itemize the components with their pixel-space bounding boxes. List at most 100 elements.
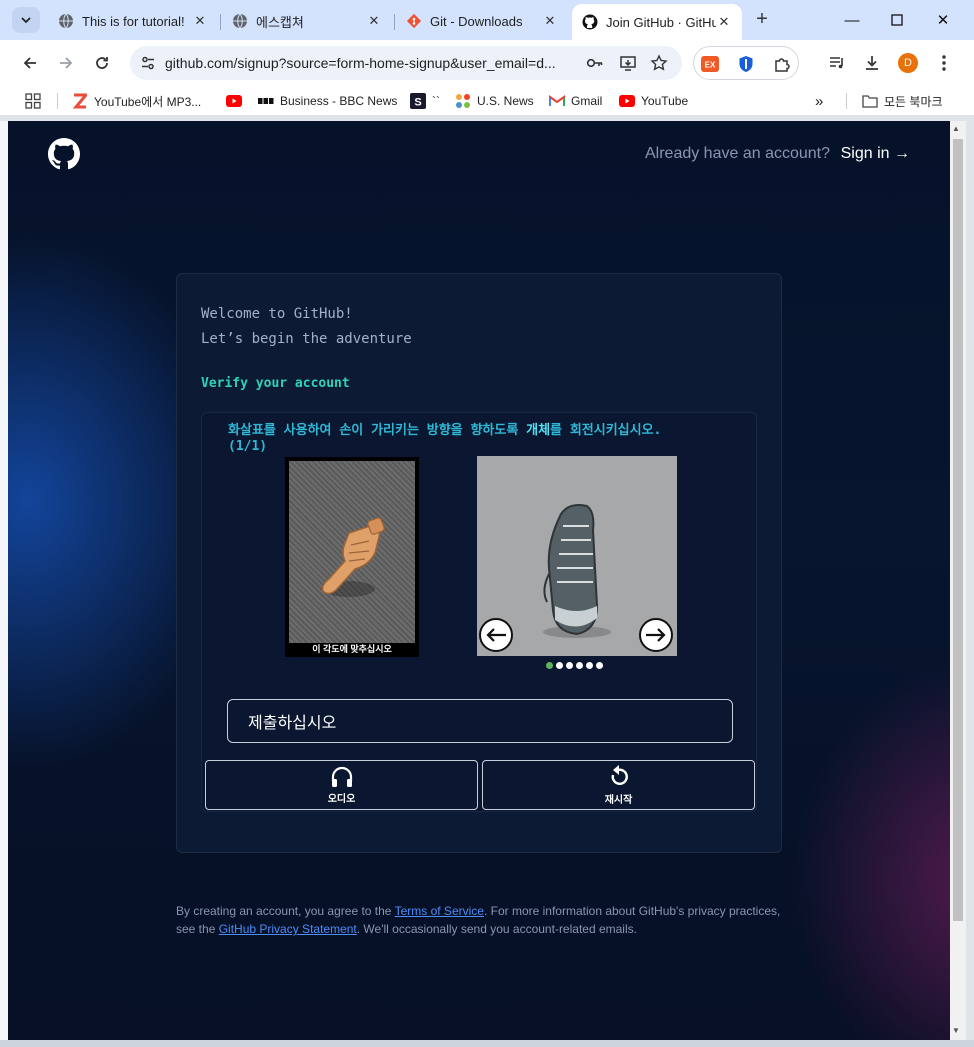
bookmark-label: `` [432,94,440,108]
github-icon [582,14,598,30]
tab-divider [394,14,395,30]
instruction-counter: (1/1) [228,439,268,454]
reference-hand-image: 이 각도에 맞추십시오 [285,457,419,657]
bookmark-star-icon[interactable] [650,54,668,72]
github-signup-page: Already have an account? Sign in → Welco… [8,121,950,1040]
svg-text:EX: EX [705,61,716,70]
s-icon: S [410,93,426,109]
scroll-down-arrow-icon[interactable]: ▼ [952,1026,960,1035]
progress-dot [576,662,583,669]
all-bookmarks-folder[interactable]: 모든 북마크 [862,91,943,111]
bookmark-label: 모든 북마크 [884,94,943,109]
minimize-icon[interactable]: — [840,8,864,32]
bookmark-label: Business - BBC News [280,94,398,108]
forward-arrow-icon[interactable] [54,51,78,75]
instruction-highlight: 개체 [526,423,551,438]
audio-label: 오디오 [327,793,356,805]
pointing-hand-icon [321,517,385,597]
chevron-down-icon [21,17,31,24]
profile-avatar[interactable]: D [898,53,918,73]
close-tab-icon[interactable]: ✕ [542,13,558,29]
svg-text:S: S [414,97,421,109]
git-icon [406,13,422,29]
menu-kebab-icon[interactable] [933,52,955,74]
welcome-text: Welcome to GitHub! Let’s begin the adven… [201,302,412,352]
tab-git-downloads[interactable]: Git - Downloads ✕ [396,6,568,36]
legal-notice: By creating an account, you agree to the… [176,902,786,938]
tab-join-github[interactable]: Join GitHub · GitHu ✕ [572,4,742,40]
bookmark-gmail[interactable]: Gmail [549,91,602,111]
terms-of-service-link[interactable]: Terms of Service [395,904,484,918]
close-window-icon[interactable]: ✕ [931,8,955,32]
tab-search-button[interactable] [12,7,40,33]
welcome-line: Welcome to GitHub! [201,306,353,322]
headphones-icon [331,766,352,787]
url-text[interactable]: github.com/signup?source=form-home-signu… [165,55,575,71]
folder-icon [862,93,878,109]
tab-divider [220,14,221,30]
window-left-edge [0,121,8,1040]
ex-extension-icon[interactable]: EX [700,54,720,74]
globe-icon [232,13,248,29]
bookmark-youtube-icon-only[interactable] [226,91,248,111]
reading-list-icon[interactable] [826,52,848,74]
password-key-icon[interactable] [586,54,604,72]
have-account-text: Already have an account? [644,145,830,162]
joomla-icon [455,93,471,109]
bookmark-youtube[interactable]: YouTube [619,91,688,111]
site-settings-icon[interactable] [138,53,158,73]
close-tab-icon[interactable]: ✕ [192,13,208,29]
reload-icon[interactable] [90,51,114,75]
restart-label: 재시작 [604,794,633,806]
privacy-statement-link[interactable]: GitHub Privacy Statement [219,922,357,936]
close-tab-icon[interactable]: ✕ [716,14,732,30]
apps-grid-icon[interactable] [25,91,41,111]
bookmark-bbc-business[interactable]: Business - BBC News [258,91,397,111]
rotate-left-button[interactable] [479,618,513,652]
submit-button[interactable]: 제출하십시오 [227,699,733,743]
tab-title: 에스캡쳐 [256,14,304,30]
progress-dot [566,662,573,669]
captcha-instruction: 화살표를 사용하여 손이 가리키는 방향을 향하도록 개체를 회전시키십시오. … [228,423,748,455]
taskbar-edge [0,1040,974,1047]
bookmark-label: YouTube [641,94,689,108]
new-tab-button[interactable]: + [752,9,772,30]
bookmark-divider [846,93,847,109]
gmail-icon [549,93,565,109]
install-app-icon[interactable] [619,54,637,72]
page-scrollbar-thumb[interactable] [953,139,963,921]
restart-button[interactable]: 재시작 [482,760,755,810]
reference-caption: 이 각도에 맞추십시오 [312,644,392,654]
rotate-right-button[interactable] [639,618,673,652]
tab-strip: This is for tutorial! ✕ 에스캡쳐 ✕ Git - Dow… [0,0,974,40]
bitwarden-shield-icon[interactable] [736,54,756,74]
back-arrow-icon[interactable] [18,51,42,75]
extensions-puzzle-icon[interactable] [772,54,792,74]
youtube-icon [226,93,242,109]
verify-account-heading: Verify your account [201,376,350,391]
close-tab-icon[interactable]: ✕ [366,13,382,29]
arrow-right-icon [646,628,666,642]
sign-in-link[interactable]: Sign in → [841,145,910,163]
maximize-icon[interactable] [885,8,909,32]
instruction-text: 화살표를 사용하여 손이 가리키는 방향을 향하도록 [228,423,527,438]
more-bookmarks-icon[interactable]: » [815,91,823,111]
bookmark-divider [57,93,58,109]
youtube-icon [619,93,635,109]
restart-icon [611,764,628,785]
download-icon[interactable] [861,52,883,74]
bookmark-s[interactable]: S `` [410,91,440,111]
progress-dot [556,662,563,669]
tab-tutorial[interactable]: This is for tutorial! ✕ [48,6,218,36]
legal-text: By creating an account, you agree to the [176,904,395,918]
adventure-line: Let’s begin the adventure [201,331,412,347]
github-logo-icon[interactable] [48,138,80,170]
audio-button[interactable]: 오디오 [205,760,478,810]
tab-escapture[interactable]: 에스캡쳐 ✕ [222,6,392,36]
bookmark-us-news[interactable]: U.S. News [455,91,534,111]
progress-dots [546,662,603,669]
scroll-up-arrow-icon[interactable]: ▲ [952,124,960,133]
address-bar[interactable]: github.com/signup?source=form-home-signu… [130,46,682,80]
bookmark-youtube-mp3[interactable]: YouTube에서 MP3... [72,91,201,111]
rotatable-object-image [477,456,677,656]
